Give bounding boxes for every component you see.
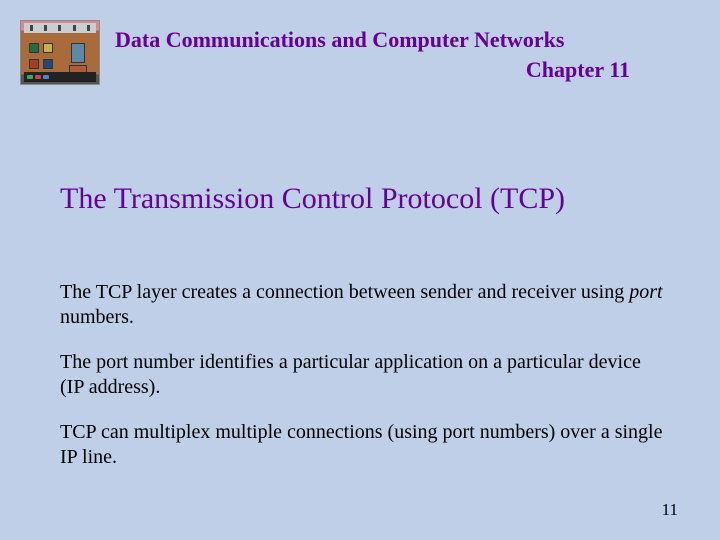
paragraph-1-pre: The TCP layer creates a connection betwe… — [60, 281, 629, 303]
header-title-line1: Data Communications and Computer Network… — [115, 25, 630, 55]
paragraph-2: The port number identifies a particular … — [60, 350, 665, 400]
paragraph-3: TCP can multiplex multiple connections (… — [60, 420, 665, 470]
page-number: 11 — [662, 500, 678, 520]
header-title: Data Communications and Computer Network… — [115, 25, 630, 84]
slide-heading: The Transmission Control Protocol (TCP) — [60, 180, 640, 218]
logo-image — [20, 20, 100, 85]
slide: Data Communications and Computer Network… — [0, 0, 720, 540]
paragraph-1-em: port — [629, 281, 662, 303]
paragraph-1: The TCP layer creates a connection betwe… — [60, 280, 665, 330]
header-title-line2: Chapter 11 — [115, 55, 630, 85]
slide-body: The TCP layer creates a connection betwe… — [60, 280, 665, 490]
paragraph-1-post: numbers. — [60, 306, 134, 328]
